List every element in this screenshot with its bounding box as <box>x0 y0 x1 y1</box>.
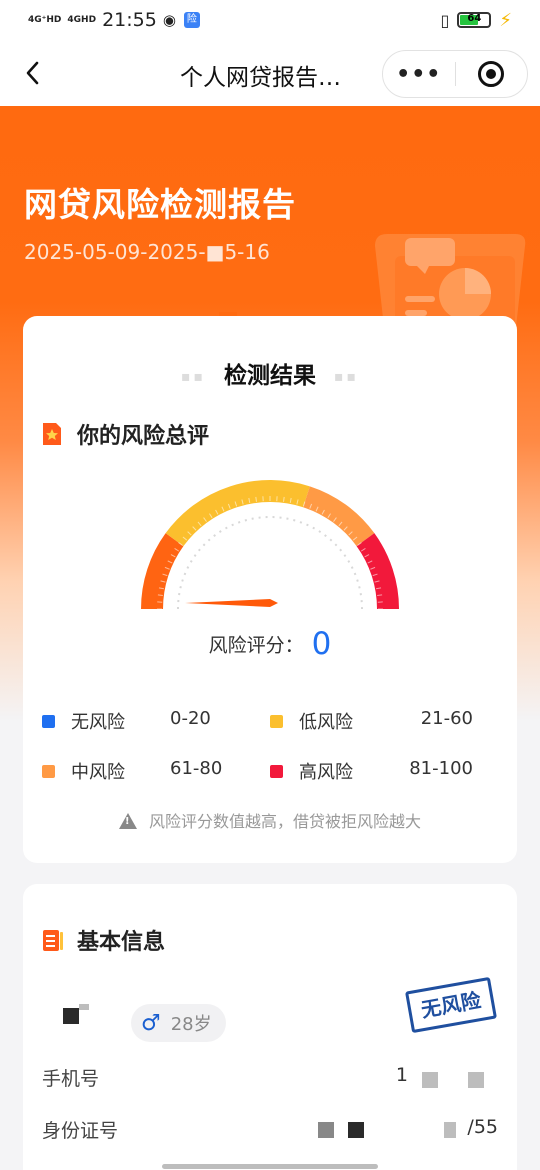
gauge-tick <box>157 594 163 596</box>
more-dots-icon[interactable]: ••• <box>383 62 455 87</box>
phone-redaction-1 <box>422 1072 438 1088</box>
basic-info-card: 基本信息 ♂ 28岁 无风险 手机号 1 身份证号 /55 <box>23 884 517 1170</box>
home-indicator[interactable] <box>162 1164 378 1169</box>
gauge-inner-track <box>177 516 363 610</box>
id-redaction-2 <box>348 1122 364 1138</box>
close-miniprogram-button[interactable] <box>456 61 528 87</box>
result-title: 检测结果 <box>224 363 316 389</box>
miniprogram-capsule: ••• <box>382 50 528 98</box>
nav-bar: 个人网贷报告… ••• <box>0 40 540 106</box>
signal-indicator-1: 4G⁺HD <box>28 14 62 25</box>
risk-gauge <box>141 480 399 610</box>
app-notification-icon: 险 <box>183 12 200 28</box>
male-icon: ♂ <box>141 1010 161 1036</box>
target-icon <box>478 61 505 87</box>
age-badge: ♂ 28岁 <box>131 1004 226 1042</box>
risk-score-value: 0 <box>311 626 332 662</box>
name-redaction-corner <box>79 1004 89 1010</box>
risk-note: 风险评分数值越高，借贷被拒风险越大 <box>23 808 517 832</box>
page-title: 个人网贷报告… <box>180 65 341 91</box>
risk-result-card: ▪▪ 检测结果 ▪▪ 你的风险总评 风险评分： 0 无风险 0-20 低风险 21-6… <box>23 316 517 863</box>
battery-icon: 64 <box>457 12 492 28</box>
name-redaction <box>63 1008 79 1024</box>
gauge-tick <box>377 594 383 596</box>
legend-swatch-low <box>270 714 283 728</box>
chevron-left-icon[interactable] <box>18 58 48 88</box>
gauge-needle <box>185 599 278 607</box>
status-bar: 4G⁺HD 4GHD 21:55 ◉ 险 ▯ 64 ⚡ <box>0 0 540 40</box>
phone-value: 1 <box>395 1064 408 1086</box>
id-redaction-1 <box>318 1122 334 1138</box>
signal-indicator-2: 4GHD <box>67 14 97 25</box>
battery-level: 64 <box>467 13 482 24</box>
legend-name-high: 高风险 <box>299 762 353 783</box>
gauge-tick <box>255 496 257 502</box>
legend-range-none: 0-20 <box>170 708 211 729</box>
risk-score: 风险评分： 0 <box>23 626 517 662</box>
id-label: 身份证号 <box>42 1120 119 1142</box>
legend-item-low: 低风险 <box>270 708 399 734</box>
legend-range-low: 21-60 <box>420 708 473 729</box>
legend-name-medium: 中风险 <box>71 762 125 783</box>
legend-name-low: 低风险 <box>299 712 353 733</box>
report-date-range: 2025-05-09-2025-■5-16 <box>24 240 270 264</box>
phone-row: 手机号 1 <box>42 1064 498 1091</box>
legend-swatch-medium <box>42 764 55 778</box>
risk-note-text: 风险评分数值越高，借贷被拒风险越大 <box>148 812 421 831</box>
legend-range-high: 81-100 <box>409 758 473 779</box>
charging-bolt-icon: ⚡ <box>499 9 512 31</box>
title-decoration-left: ▪▪ <box>181 368 206 385</box>
risk-summary-title: 你的风险总评 <box>77 424 210 449</box>
legend-name-none: 无风险 <box>71 712 125 733</box>
legend-item-medium: 中风险 <box>42 758 171 784</box>
report-star-icon <box>43 423 61 445</box>
id-redaction-3 <box>444 1122 456 1138</box>
phone-label: 手机号 <box>42 1068 100 1090</box>
age-value: 28岁 <box>170 1014 212 1035</box>
id-row: 身份证号 /55 <box>42 1116 498 1143</box>
weibo-icon: ◉ <box>162 11 176 29</box>
legend-swatch-high <box>270 764 283 778</box>
vibrate-icon: ▯ <box>440 10 450 30</box>
legend-item-high: 高风险 <box>270 758 399 784</box>
basic-info-header: 基本信息 <box>41 924 165 956</box>
status-time: 21:55 <box>102 9 157 31</box>
legend-range-medium: 61-80 <box>170 758 223 779</box>
risk-score-label: 风险评分： <box>208 634 304 657</box>
legend-item-none: 无风险 <box>42 708 171 734</box>
gauge-tick <box>283 496 285 502</box>
warning-icon <box>118 813 137 829</box>
gauge-segment-low <box>165 480 310 547</box>
basic-info-title: 基本信息 <box>77 930 166 955</box>
legend-swatch-none <box>42 714 55 728</box>
id-value: /55 <box>467 1116 498 1138</box>
info-document-icon <box>43 930 63 951</box>
title-decoration-right: ▪▪ <box>334 368 359 385</box>
risk-summary-header: 你的风险总评 <box>41 418 209 450</box>
report-title: 网贷风险检测报告 <box>24 185 296 224</box>
phone-redaction-2 <box>468 1072 484 1088</box>
